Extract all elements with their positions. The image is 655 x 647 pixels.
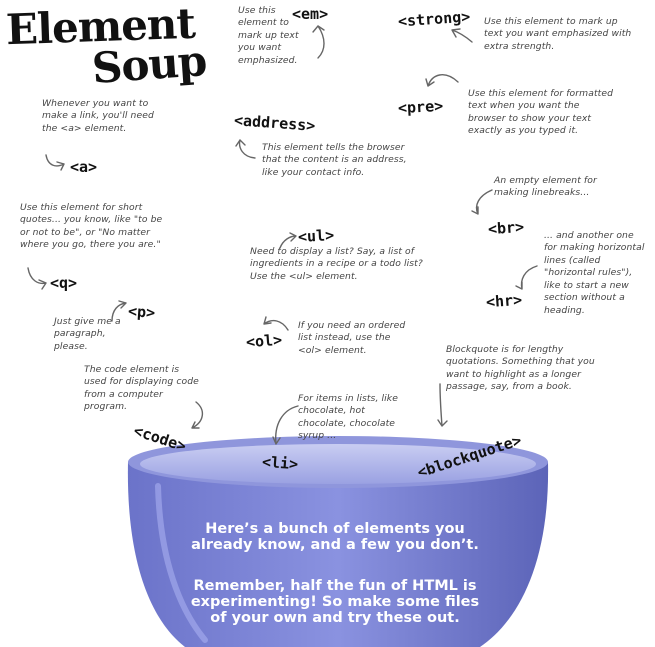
bowl-text-1: Here’s a bunch of elements you already k… [191, 521, 479, 554]
note-br: An empty element for making linebreaks..… [494, 175, 597, 199]
note-pre: Use this element for formatted text when… [468, 88, 614, 137]
note-q: Use this element for short quotes... you… [20, 202, 163, 251]
tag-ul: <ul> [297, 226, 335, 246]
note-strong: Use this element to mark up text you wan… [484, 16, 632, 52]
tag-li: <li> [261, 452, 299, 474]
note-p: Just give me a paragraph, please. [54, 316, 121, 352]
note-address: This element tells the browser that the … [262, 142, 407, 178]
note-hr: ... and another one for making horizonta… [544, 230, 645, 316]
note-blockquote: Blockquote is for lengthy quotations. So… [446, 344, 595, 393]
bowl-text-2: Remember, half the fun of HTML is experi… [190, 578, 480, 627]
note-ol: If you need an ordered list instead, use… [298, 320, 406, 356]
note-li: For items in lists, like chocolate, hot … [298, 393, 398, 442]
title-soup: Soup [90, 36, 208, 93]
tag-br: <br> [487, 217, 525, 239]
note-em: Use this element to mark up text you wan… [238, 5, 299, 66]
tag-hr: <hr> [485, 290, 523, 312]
tag-ol: <ol> [245, 330, 283, 352]
tag-a: <a> [70, 158, 98, 176]
tag-pre: <pre> [397, 96, 444, 118]
note-a: Whenever you want to make a link, you'll… [42, 98, 154, 134]
note-code: The code element is used for displaying … [84, 364, 199, 413]
note-ul: Need to display a list? Say, a list of i… [250, 246, 423, 282]
tag-q: <q> [50, 274, 78, 292]
